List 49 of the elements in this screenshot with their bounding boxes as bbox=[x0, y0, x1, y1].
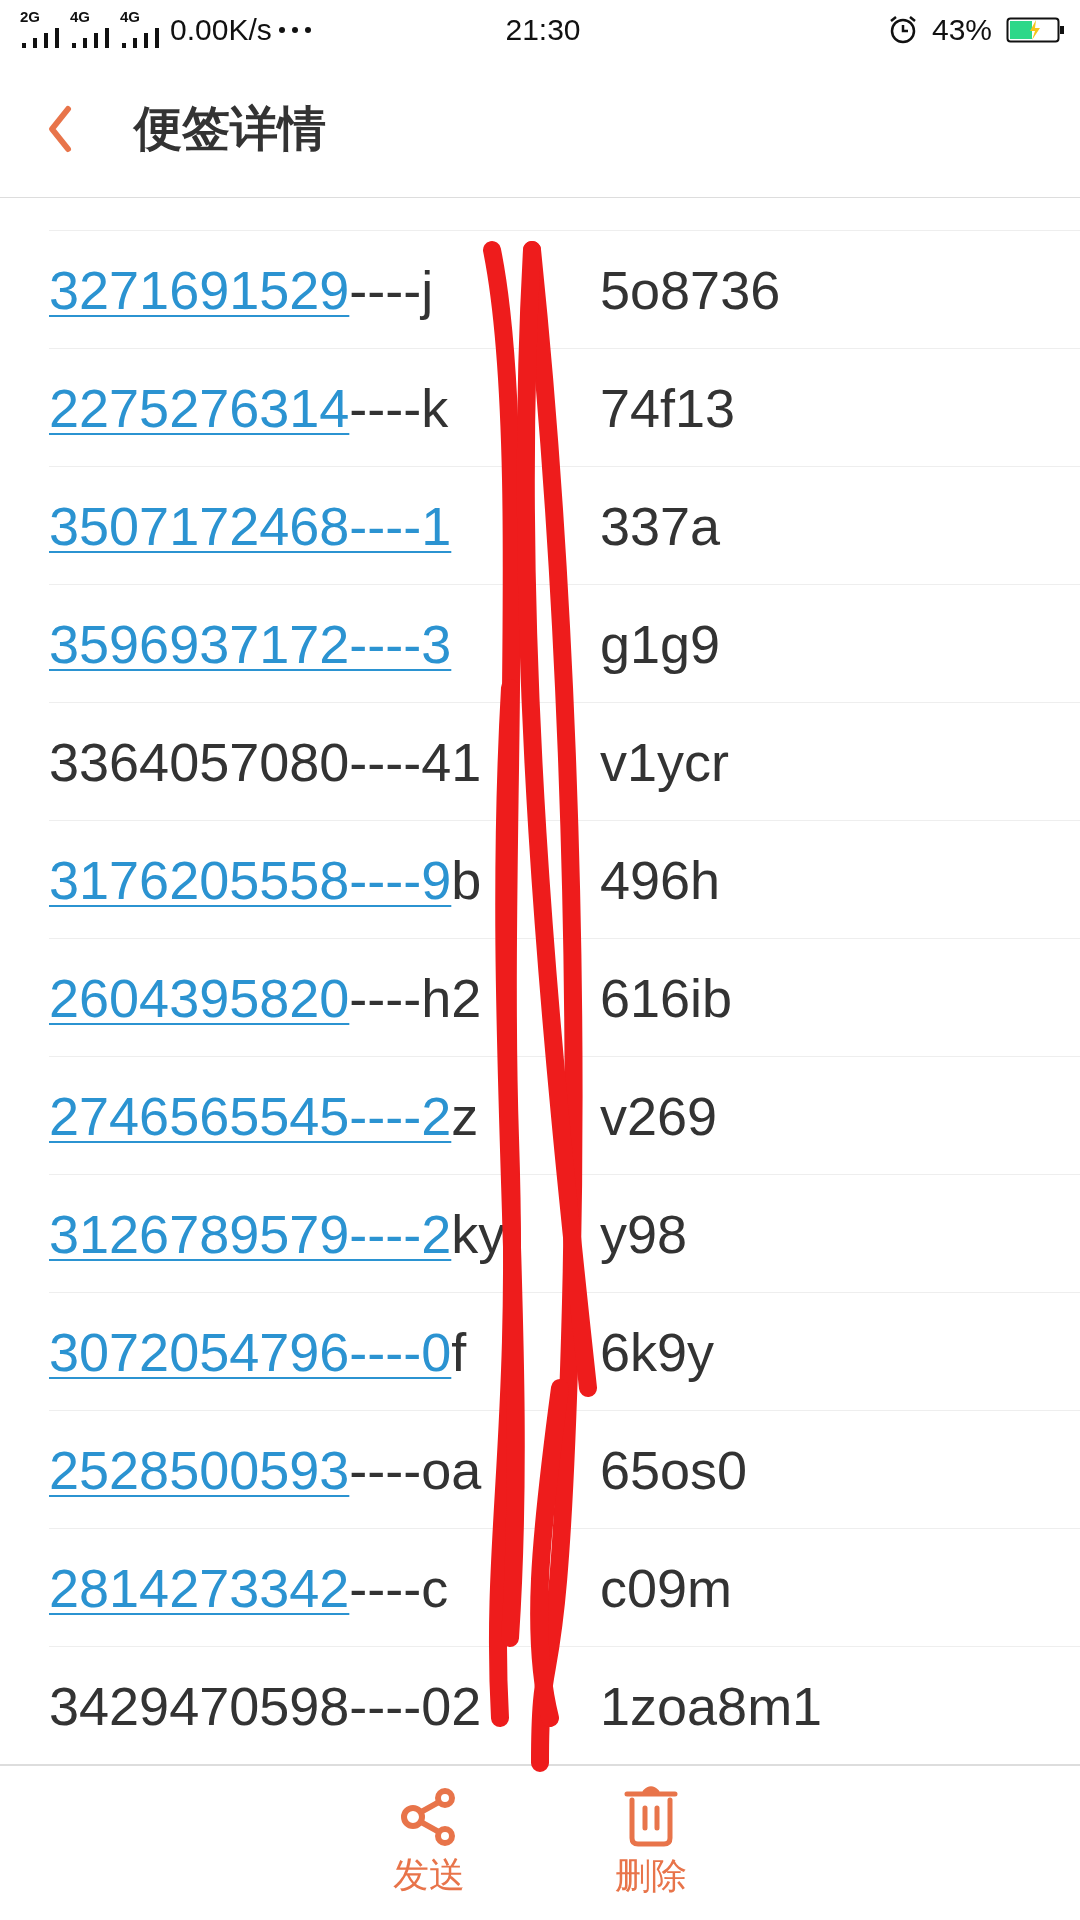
account-link[interactable]: 3072054796----0 bbox=[49, 1321, 452, 1382]
row-text: 1zoa8m1 bbox=[600, 1675, 823, 1736]
row-text: 616ib bbox=[600, 967, 733, 1028]
account-link[interactable]: 2604395820 bbox=[49, 967, 350, 1028]
account-link[interactable]: 3176205558----9 bbox=[49, 849, 452, 910]
account-link[interactable]: 3596937172----3 bbox=[49, 613, 452, 674]
row-text: v1ycr bbox=[600, 731, 729, 792]
row-text: c09m bbox=[600, 1557, 733, 1618]
account-link[interactable]: 3126789579----2 bbox=[49, 1203, 452, 1264]
network-label: 4G bbox=[120, 8, 140, 25]
account-link[interactable]: 2814273342 bbox=[49, 1557, 350, 1618]
row-text: g1g9 bbox=[600, 613, 721, 674]
network-label: 2G bbox=[20, 8, 40, 25]
row-text: ----c bbox=[349, 1557, 449, 1618]
battery-icon bbox=[1006, 17, 1066, 43]
more-icon bbox=[277, 26, 312, 34]
row-text: ----oa bbox=[349, 1439, 482, 1500]
delete-button[interactable]: 删除 bbox=[615, 1785, 687, 1901]
row-text: 74f13 bbox=[600, 377, 736, 438]
signal-icon bbox=[72, 28, 112, 48]
row-text: 496h bbox=[600, 849, 721, 910]
row-text: ----h2 bbox=[349, 967, 482, 1028]
row-text: 337a bbox=[600, 495, 721, 556]
row-text: ----k bbox=[349, 377, 449, 438]
share-button[interactable]: 发送 bbox=[393, 1786, 465, 1900]
account-link[interactable]: 2746565545----2 bbox=[49, 1085, 452, 1146]
clock-time: 21:30 bbox=[505, 13, 581, 46]
page-title: 便签详情 bbox=[134, 100, 326, 157]
signal-icon bbox=[22, 28, 62, 48]
network-label: 4G bbox=[70, 8, 90, 25]
row-text: v269 bbox=[600, 1085, 718, 1146]
row-text: 5o8736 bbox=[600, 259, 781, 320]
row-text: b bbox=[451, 849, 482, 910]
account-link[interactable]: 3507172468----1 bbox=[49, 495, 452, 556]
row-text: 6k9y bbox=[600, 1321, 715, 1382]
network-speed: 0.00K/s bbox=[170, 13, 272, 47]
row-text: z bbox=[451, 1085, 479, 1146]
row-text: y98 bbox=[600, 1203, 688, 1264]
account-link[interactable]: 2275276314 bbox=[49, 377, 350, 438]
row-text: 65os0 bbox=[600, 1439, 748, 1500]
row-text: ky bbox=[451, 1203, 506, 1264]
row-text: f bbox=[451, 1321, 467, 1382]
battery-percent: 43% bbox=[931, 13, 992, 47]
row-text: 3364057080----41 bbox=[49, 731, 482, 792]
signal-icon bbox=[122, 28, 162, 48]
account-link[interactable]: 2528500593 bbox=[49, 1439, 350, 1500]
row-text: 3429470598----02 bbox=[49, 1675, 482, 1736]
row-text: ----j bbox=[349, 259, 434, 320]
account-link[interactable]: 3271691529 bbox=[49, 259, 350, 320]
